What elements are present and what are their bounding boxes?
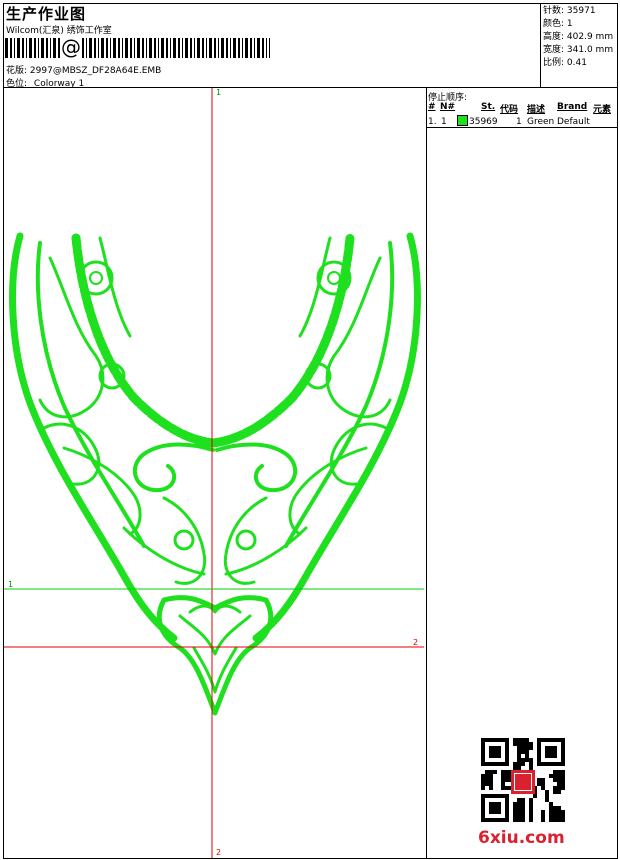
column-header-element: 元素 [593,105,612,115]
stat-label: 宽度: [543,45,565,55]
row-description: Green [527,117,555,127]
row-code: 1 [516,117,522,127]
thread-color-swatch [457,115,468,126]
frame-bottom [3,858,618,859]
stat-label: 颜色: [543,19,565,29]
frame-top [3,3,618,4]
row-index: 1. [428,117,437,127]
column-header-index: # [428,102,436,112]
table-divider [426,127,618,128]
top-axis-label: 1 [216,88,222,97]
stats-divider [540,3,541,87]
stat-value: 402.9 mm [566,32,614,42]
stat-label: 高度: [543,32,565,42]
row-brand: Default [557,117,590,127]
column-header-code: 代码 [500,105,519,115]
stat-label: 比例: [543,58,565,68]
studio-name: Wilcom(汇泉) 绣饰工作室 [6,26,112,36]
column-header-needle: N# [440,102,456,112]
stat-label: 针数: [543,6,565,16]
stat-value: 0.41 [566,58,587,68]
stat-value: 35971 [566,6,596,16]
bottom-axis-label: 2 [216,848,222,857]
red-line-label: 2 [413,638,419,647]
frame-right [617,3,618,859]
barcode-symbol: @ [60,35,82,59]
embroidery-design [9,232,421,716]
column-header-stitches: St. [481,102,496,112]
stat-stitches: 针数: 35971 [543,5,596,18]
stat-value: 1 [566,19,573,29]
column-header-description: 描述 [527,105,546,115]
green-line-label: 1 [8,580,14,589]
panel-divider [426,87,427,859]
stat-value: 341.0 mm [566,45,614,55]
stat-height: 高度: 402.9 mm [543,31,613,44]
row-stitches: 35969 [469,117,498,127]
page-title: 生产作业图 [6,5,87,23]
design-file-row: 花版: 2997@MBSZ_DF28A64E.EMB [6,63,161,76]
seal-icon [511,770,535,794]
stat-colors: 颜色: 1 [543,18,573,31]
column-header-brand: Brand [557,102,588,112]
stat-scale: 比例: 0.41 [543,57,587,70]
barcode-icon [5,38,270,58]
design-file-label: 花版: [6,66,28,76]
watermark-logo: 6xiu.com [478,828,565,848]
stat-width: 宽度: 341.0 mm [543,44,613,57]
design-file-name: 2997@MBSZ_DF28A64E.EMB [29,66,162,76]
embroidery-design-canvas [4,88,424,858]
row-needle: 1 [441,117,447,127]
